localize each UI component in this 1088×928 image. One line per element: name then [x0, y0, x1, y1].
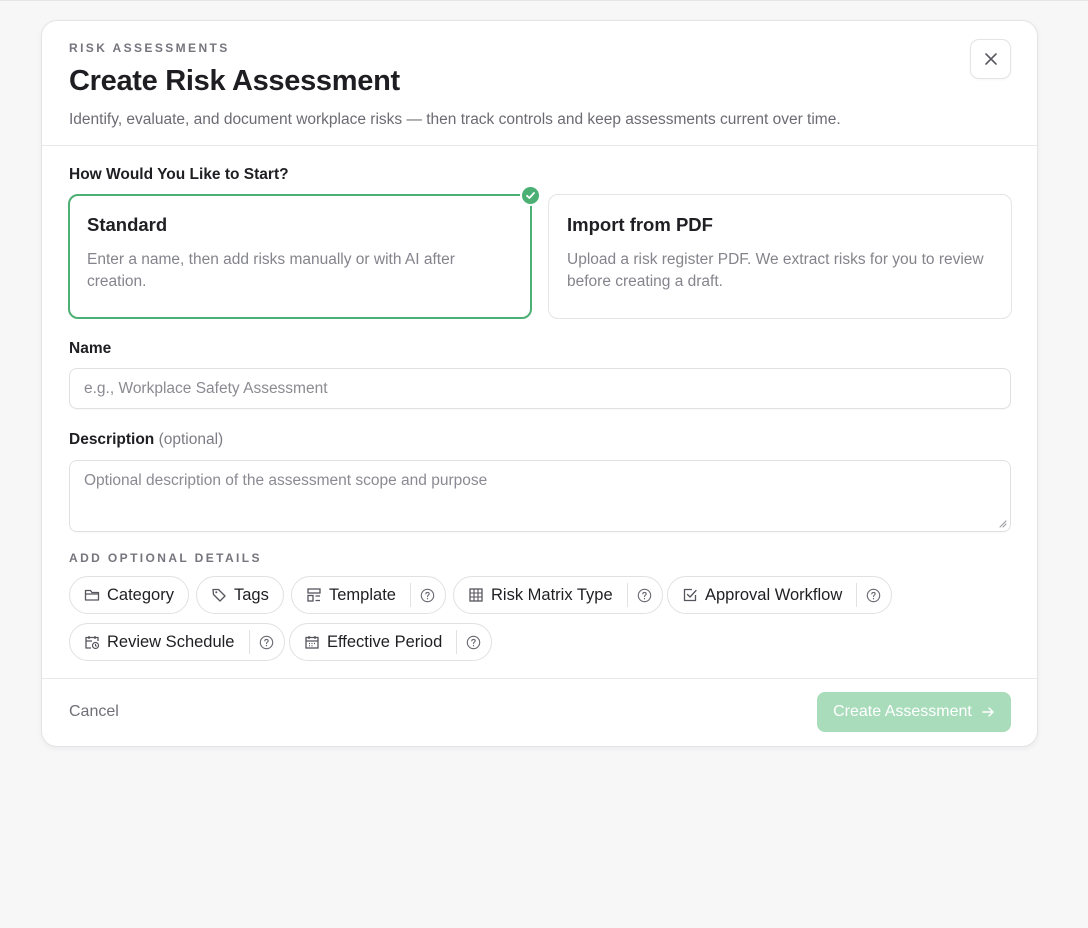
chip-risk-matrix-type-label: Risk Matrix Type [491, 585, 613, 604]
header-divider [42, 145, 1037, 146]
template-help-button[interactable] [409, 583, 445, 607]
chip-effective-period-label: Effective Period [327, 632, 443, 651]
help-circle-icon [420, 588, 435, 602]
dialog-title: Create Risk Assessment [69, 65, 400, 97]
calendar-icon [304, 634, 320, 650]
chip-risk-matrix-type[interactable]: Risk Matrix Type [453, 576, 663, 614]
cancel-button[interactable]: Cancel [69, 703, 119, 721]
template-icon [306, 587, 322, 603]
description-label: Description (optional) [69, 431, 223, 449]
effective-period-help-button[interactable] [456, 630, 491, 654]
arrow-right-icon [982, 707, 994, 717]
help-circle-icon [867, 588, 881, 602]
chip-review-schedule[interactable]: Review Schedule [69, 623, 285, 661]
optional-details-label: ADD OPTIONAL DETAILS [69, 551, 262, 565]
close-icon [984, 53, 997, 65]
create-risk-assessment-dialog: RISK ASSESSMENTS Create Risk Assessment … [41, 20, 1038, 747]
calendar-clock-icon [84, 634, 100, 650]
grid-icon [468, 587, 484, 603]
create-assessment-button[interactable]: Create Assessment [817, 692, 1011, 732]
description-placeholder: Optional description of the assessment s… [84, 472, 488, 489]
review-schedule-help-button[interactable] [248, 630, 284, 654]
approval-workflow-help-button[interactable] [856, 583, 891, 607]
help-circle-icon [467, 635, 481, 649]
chip-approval-workflow[interactable]: Approval Workflow [667, 576, 893, 614]
description-textarea[interactable]: Optional description of the assessment s… [69, 460, 1011, 532]
selected-check-icon [520, 185, 541, 206]
chip-approval-workflow-label: Approval Workflow [705, 585, 843, 604]
chip-tags-label: Tags [234, 585, 269, 604]
option-standard-title: Standard [87, 214, 168, 235]
create-assessment-label: Create Assessment [833, 703, 972, 720]
chip-tags[interactable]: Tags [196, 576, 284, 614]
help-circle-icon [259, 635, 273, 649]
folder-icon [84, 587, 100, 603]
tag-icon [211, 587, 227, 603]
description-label-text: Description [69, 431, 155, 448]
dialog-subtitle: Identify, evaluate, and document workpla… [69, 111, 841, 128]
description-optional-hint: (optional) [158, 431, 224, 448]
chip-template-label: Template [329, 585, 396, 604]
name-input[interactable]: e.g., Workplace Safety Assessment [69, 368, 1011, 409]
footer-divider [42, 678, 1037, 679]
option-standard-description: Enter a name, then add risks manually or… [87, 251, 455, 290]
chip-category-label: Category [107, 585, 174, 604]
option-import-pdf-description: Upload a risk register PDF. We extract r… [567, 251, 984, 290]
name-placeholder: e.g., Workplace Safety Assessment [84, 380, 328, 397]
top-border [0, 0, 1088, 1]
help-circle-icon [637, 588, 651, 602]
dialog-eyebrow: RISK ASSESSMENTS [69, 41, 230, 55]
chip-review-schedule-label: Review Schedule [107, 632, 235, 651]
option-import-pdf-title: Import from PDF [567, 214, 713, 235]
resize-handle-icon[interactable] [997, 518, 1007, 528]
chip-template[interactable]: Template [291, 576, 446, 614]
chip-effective-period[interactable]: Effective Period [289, 623, 493, 661]
name-label: Name [69, 340, 112, 357]
option-standard[interactable]: Standard Enter a name, then add risks ma… [68, 185, 541, 319]
option-import-pdf[interactable]: Import from PDF Upload a risk register P… [548, 194, 1012, 319]
start-method-label: How Would You Like to Start? [69, 166, 289, 183]
chip-category[interactable]: Category [69, 576, 189, 614]
checkbox-icon [682, 587, 698, 603]
close-button[interactable] [970, 39, 1011, 79]
risk-matrix-help-button[interactable] [626, 583, 662, 607]
